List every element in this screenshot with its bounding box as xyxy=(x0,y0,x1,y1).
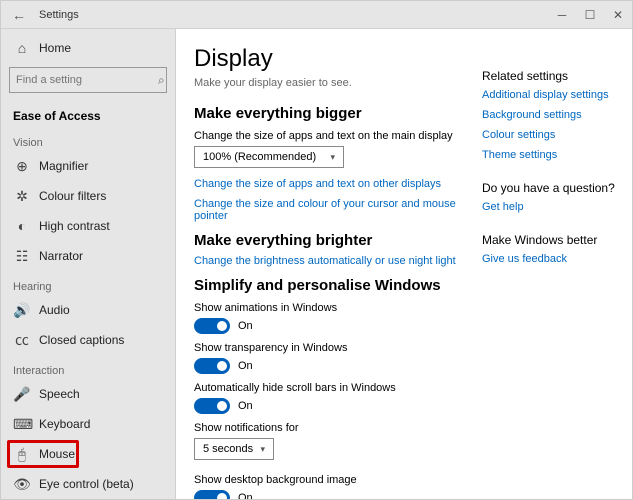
category-title: Ease of Access xyxy=(1,101,175,127)
related-title: Related settings xyxy=(482,69,620,83)
link-other-displays[interactable]: Change the size of apps and text on othe… xyxy=(194,178,464,190)
audio-icon: 🔊 xyxy=(13,302,31,319)
nav-mouse[interactable]: 🖰 Mouse xyxy=(1,439,175,469)
maximize-button[interactable]: ☐ xyxy=(576,1,604,29)
group-vision: Vision xyxy=(1,127,175,151)
close-button[interactable]: ✕ xyxy=(604,1,632,29)
page-subtitle: Make your display easier to see. xyxy=(194,77,464,89)
opt-animations-label: Show animations in Windows xyxy=(194,302,464,314)
toggle-scrollbars[interactable] xyxy=(194,398,230,414)
opt-scrollbars-row: On xyxy=(194,398,464,414)
keyboard-icon: ⌨ xyxy=(13,416,31,433)
right-column: Related settings Additional display sett… xyxy=(482,29,632,499)
toggle-bg[interactable] xyxy=(194,490,230,499)
nav-label: Mouse xyxy=(39,447,75,461)
nav-label: High contrast xyxy=(39,219,110,233)
eye-icon: 👁 xyxy=(13,476,31,493)
search-icon: ⌕ xyxy=(158,73,165,88)
section-brighter-title: Make everything brighter xyxy=(194,232,464,249)
bg-label: Show desktop background image xyxy=(194,474,464,486)
nav-magnifier[interactable]: ⊕ Magnifier xyxy=(1,151,175,181)
scale-value: 100% (Recommended) xyxy=(203,151,316,163)
nav-label: Colour filters xyxy=(39,189,106,203)
window-body: ⌂ Home ⌕ Ease of Access Vision ⊕ Magnifie… xyxy=(1,29,632,499)
nav-label: Narrator xyxy=(39,249,83,263)
nav-label: Home xyxy=(39,41,71,55)
search-input[interactable] xyxy=(16,74,158,86)
nav-label: Speech xyxy=(39,387,80,401)
link-background-settings[interactable]: Background settings xyxy=(482,109,620,121)
nav-narrator[interactable]: ☷ Narrator xyxy=(1,241,175,271)
nav-label: Closed captions xyxy=(39,333,124,347)
feedback-title: Make Windows better xyxy=(482,233,620,247)
toggle-state: On xyxy=(238,400,253,412)
nav-label: Audio xyxy=(39,303,70,317)
page-title: Display xyxy=(194,45,464,73)
nav-audio[interactable]: 🔊 Audio xyxy=(1,295,175,325)
content: Display Make your display easier to see.… xyxy=(176,29,482,499)
scale-label: Change the size of apps and text on the … xyxy=(194,130,464,142)
notif-select[interactable]: 5 seconds ▾ xyxy=(194,438,274,460)
magnifier-icon: ⊕ xyxy=(13,158,31,175)
sidebar: ⌂ Home ⌕ Ease of Access Vision ⊕ Magnifie… xyxy=(1,29,176,499)
nav-high-contrast[interactable]: ◐ High contrast xyxy=(1,211,175,241)
nav-keyboard[interactable]: ⌨ Keyboard xyxy=(1,409,175,439)
search-box[interactable]: ⌕ xyxy=(9,67,167,93)
question-title: Do you have a question? xyxy=(482,181,620,195)
opt-scrollbars-label: Automatically hide scroll bars in Window… xyxy=(194,382,464,394)
settings-window: ← Settings ─ ☐ ✕ ⌂ Home ⌕ Ease of Access… xyxy=(0,0,633,500)
filter-icon: ✲ xyxy=(13,188,31,205)
nav-label: Magnifier xyxy=(39,159,88,173)
bg-row: On xyxy=(194,490,464,499)
back-button[interactable]: ← xyxy=(1,7,37,23)
nav-closed-captions[interactable]: ㏄ Closed captions xyxy=(1,325,175,355)
chevron-down-icon: ▾ xyxy=(260,444,265,455)
link-get-help[interactable]: Get help xyxy=(482,201,620,213)
link-additional-display[interactable]: Additional display settings xyxy=(482,89,620,101)
cc-icon: ㏄ xyxy=(13,330,31,350)
opt-transparency-row: On xyxy=(194,358,464,374)
chevron-down-icon: ▾ xyxy=(330,152,335,163)
notif-value: 5 seconds xyxy=(203,443,253,455)
narrator-icon: ☷ xyxy=(13,248,31,265)
section-simplify-title: Simplify and personalise Windows xyxy=(194,277,464,294)
nav-speech[interactable]: 🎤 Speech xyxy=(1,379,175,409)
link-brightness[interactable]: Change the brightness automatically or u… xyxy=(194,255,464,267)
main-area: Display Make your display easier to see.… xyxy=(176,29,632,499)
toggle-animations[interactable] xyxy=(194,318,230,334)
opt-transparency-label: Show transparency in Windows xyxy=(194,342,464,354)
window-controls: ─ ☐ ✕ xyxy=(548,1,632,29)
related-section: Related settings Additional display sett… xyxy=(482,69,620,161)
group-hearing: Hearing xyxy=(1,271,175,295)
mouse-icon: 🖰 xyxy=(13,446,31,463)
scale-select[interactable]: 100% (Recommended) ▾ xyxy=(194,146,344,168)
home-icon: ⌂ xyxy=(13,40,31,56)
window-title: Settings xyxy=(37,9,548,21)
contrast-icon: ◐ xyxy=(13,218,31,234)
feedback-section: Make Windows better Give us feedback xyxy=(482,233,620,265)
toggle-state: On xyxy=(238,492,253,499)
link-theme-settings[interactable]: Theme settings xyxy=(482,149,620,161)
nav-home[interactable]: ⌂ Home xyxy=(1,33,175,63)
toggle-state: On xyxy=(238,360,253,372)
notif-label: Show notifications for xyxy=(194,422,464,434)
group-interaction: Interaction xyxy=(1,355,175,379)
minimize-button[interactable]: ─ xyxy=(548,1,576,29)
toggle-transparency[interactable] xyxy=(194,358,230,374)
speech-icon: 🎤 xyxy=(13,386,31,403)
nav-eye-control[interactable]: 👁 Eye control (beta) xyxy=(1,469,175,499)
titlebar: ← Settings ─ ☐ ✕ xyxy=(1,1,632,29)
link-colour-settings[interactable]: Colour settings xyxy=(482,129,620,141)
question-section: Do you have a question? Get help xyxy=(482,181,620,213)
toggle-state: On xyxy=(238,320,253,332)
section-bigger-title: Make everything bigger xyxy=(194,105,464,122)
nav-colour-filters[interactable]: ✲ Colour filters xyxy=(1,181,175,211)
opt-animations-row: On xyxy=(194,318,464,334)
nav-label: Keyboard xyxy=(39,417,90,431)
link-cursor-size[interactable]: Change the size and colour of your curso… xyxy=(194,198,464,222)
link-feedback[interactable]: Give us feedback xyxy=(482,253,620,265)
nav-label: Eye control (beta) xyxy=(39,477,134,491)
